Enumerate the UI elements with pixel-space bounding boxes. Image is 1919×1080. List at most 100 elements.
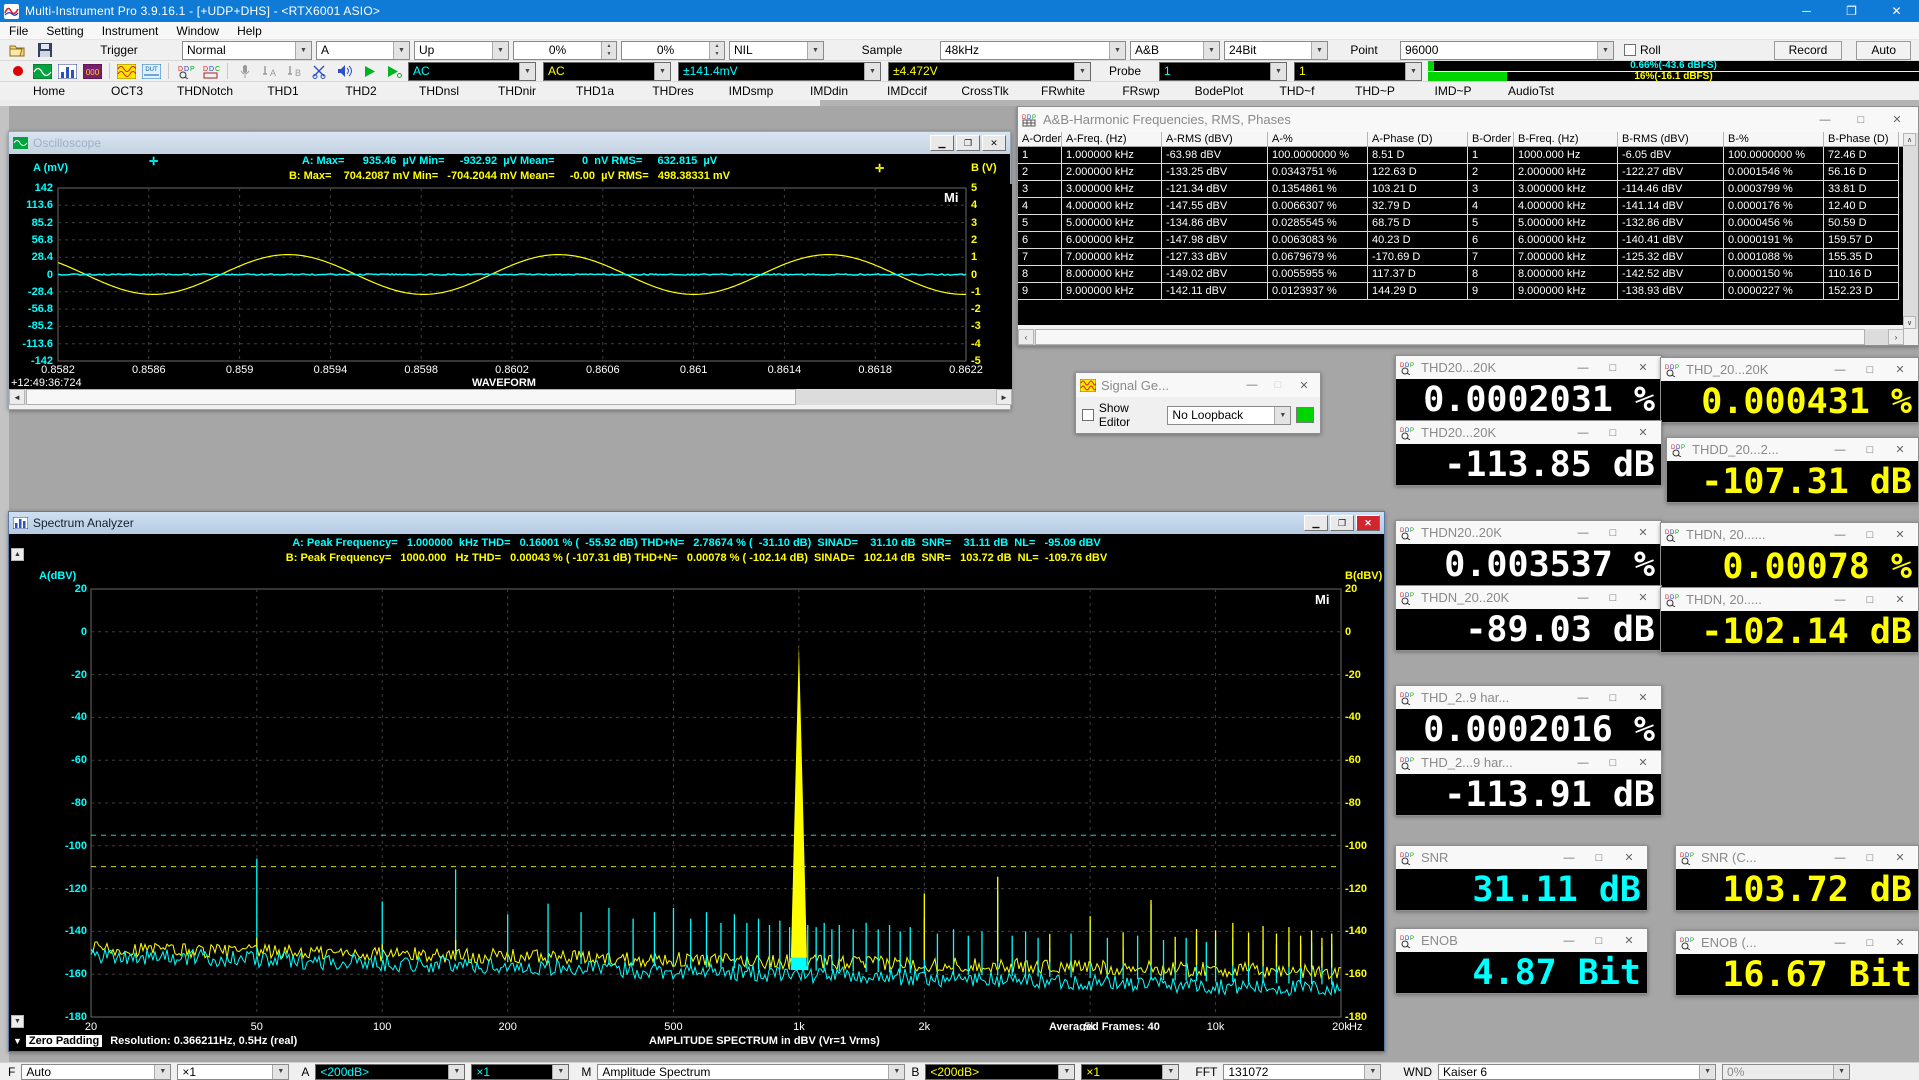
close-button[interactable]: ✕	[1629, 423, 1657, 443]
table-row[interactable]: 1 1.000000 kHz -63.98 dBV 100.0000000 % 8.51…	[1018, 147, 1918, 164]
tab-thd2[interactable]: THD2	[322, 84, 400, 98]
menu-item-setting[interactable]: Setting	[37, 22, 92, 39]
a-mult-combo[interactable]: ×1 ▼	[471, 1063, 570, 1080]
channels-combo[interactable]: A&B ▼	[1130, 40, 1220, 60]
minimize-button[interactable]: —	[1826, 590, 1854, 610]
maximize-button[interactable]: □	[1856, 590, 1884, 610]
probe-a-icon[interactable]: A	[258, 62, 281, 80]
ddp-meter-titlebar[interactable]: D D P THDD_20...2... — □ ✕	[1667, 438, 1918, 461]
marker-a-icon[interactable]: ✛	[149, 155, 158, 168]
minimize-button[interactable]: —	[1569, 588, 1597, 608]
spectrum-vscrollbar[interactable]: ▲ ▼	[11, 548, 24, 1028]
table-vscrollbar[interactable]: ∧ ∨	[1903, 133, 1918, 329]
ddp-meter-titlebar[interactable]: D D P THD_2...9 har... — □ ✕	[1396, 751, 1661, 774]
probe-b-icon[interactable]: B	[283, 62, 306, 80]
close-button[interactable]: ✕	[1629, 588, 1657, 608]
probe-b-combo[interactable]: 1 ▼	[1294, 61, 1422, 81]
table-row[interactable]: 6 6.000000 kHz -147.98 dBV 0.0063083 % 40.23…	[1018, 232, 1918, 249]
close-button[interactable]: ✕	[1886, 848, 1914, 868]
tab-audiotst[interactable]: AudioTst	[1492, 84, 1570, 98]
loopback-combo[interactable]: No Loopback ▼	[1167, 405, 1292, 425]
oscilloscope-titlebar[interactable]: Oscilloscope ▁ ❐ ✕	[9, 132, 1010, 154]
minimize-button[interactable]: ─	[1784, 0, 1829, 22]
close-button[interactable]: ✕	[1874, 0, 1919, 22]
maximize-button[interactable]: □	[1585, 931, 1613, 951]
range-a-combo[interactable]: ±141.4mV ▼	[678, 61, 881, 81]
trigger-edge-combo[interactable]: Up ▼	[414, 40, 509, 60]
minimize-button[interactable]: —	[1569, 423, 1597, 443]
trigger-level-spinner[interactable]: 0% ▲ ▼	[513, 40, 617, 60]
minimize-button[interactable]: —	[1826, 360, 1854, 380]
freq-mult-combo[interactable]: ×1 ▼	[177, 1063, 290, 1080]
b-mult-combo[interactable]: ×1 ▼	[1081, 1063, 1180, 1080]
scissors-icon[interactable]	[308, 62, 331, 80]
maximize-button[interactable]: □	[1856, 848, 1884, 868]
minimize-button[interactable]: ▁	[1304, 515, 1328, 531]
tab-thd~f[interactable]: THD~f	[1258, 84, 1336, 98]
maximize-button[interactable]: □	[1856, 360, 1884, 380]
ddp-meter-titlebar[interactable]: D D P THDN_20..20K — □ ✕	[1396, 586, 1661, 609]
fft-size-combo[interactable]: 131072 ▼	[1223, 1063, 1382, 1080]
close-button[interactable]: ✕	[1886, 440, 1914, 460]
minimize-button[interactable]: —	[1826, 440, 1854, 460]
roll-toggle[interactable]: Roll	[1624, 43, 1661, 57]
footer-expand-icon[interactable]: ▼	[9, 1036, 26, 1046]
menu-item-file[interactable]: File	[0, 22, 37, 39]
ddp-meter-titlebar[interactable]: D D P THD_2..9 har... — □ ✕	[1396, 686, 1661, 709]
maximize-button[interactable]: □	[1599, 688, 1627, 708]
table-row[interactable]: 2 2.000000 kHz -133.25 dBV 0.0343751 % 122.6…	[1018, 164, 1918, 181]
record-button[interactable]: Record	[1773, 40, 1843, 60]
table-row[interactable]: 5 5.000000 kHz -134.86 dBV 0.0285545 % 68.75…	[1018, 215, 1918, 232]
close-button[interactable]: ✕	[1886, 590, 1914, 610]
ddp-meter-titlebar[interactable]: D D P THD20...20K — □ ✕	[1396, 356, 1661, 379]
close-button[interactable]: ✕	[1886, 525, 1914, 545]
menu-item-help[interactable]: Help	[228, 22, 271, 39]
minimize-button[interactable]: —	[1569, 523, 1597, 543]
trigger-mode-combo[interactable]: Normal ▼	[182, 40, 312, 60]
maximize-button[interactable]: ❐	[1829, 0, 1874, 22]
spectrum-mode-combo[interactable]: Amplitude Spectrum ▼	[597, 1063, 906, 1080]
restore-button[interactable]: ❐	[956, 135, 980, 151]
menu-item-window[interactable]: Window	[167, 22, 228, 39]
maximize-button[interactable]: □	[1266, 375, 1290, 395]
tab-frswp[interactable]: FRswp	[1102, 84, 1180, 98]
spectrum-analyzer-icon[interactable]	[56, 62, 79, 80]
b-range-combo[interactable]: <200dB> ▼	[925, 1063, 1076, 1080]
window-function-combo[interactable]: Kaiser 6 ▼	[1438, 1063, 1717, 1080]
device-test-plan-icon[interactable]: DUT	[140, 62, 163, 80]
signal-generator-titlebar[interactable]: Signal Ge... — □ ✕	[1076, 373, 1320, 397]
minimize-button[interactable]: —	[1555, 931, 1583, 951]
play-icon[interactable]	[358, 62, 381, 80]
close-button[interactable]: ✕	[1880, 110, 1914, 130]
tab-imddin[interactable]: IMDdin	[790, 84, 868, 98]
table-row[interactable]: 8 8.000000 kHz -149.02 dBV 0.0055955 % 117.3…	[1018, 266, 1918, 283]
save-icon[interactable]	[33, 41, 56, 59]
hpf-combo[interactable]: NIL ▼	[729, 40, 824, 60]
coupling-b-combo[interactable]: AC ▼	[543, 61, 671, 81]
minimize-button[interactable]: —	[1569, 358, 1597, 378]
tab-imdccif[interactable]: IMDccif	[868, 84, 946, 98]
close-button[interactable]: ✕	[1629, 358, 1657, 378]
probe-a-combo[interactable]: 1 ▼	[1159, 61, 1287, 81]
tab-home[interactable]: Home	[10, 84, 88, 98]
record-dot-icon[interactable]	[6, 62, 29, 80]
table-row[interactable]: 4 4.000000 kHz -147.55 dBV 0.0066307 % 32.79…	[1018, 198, 1918, 215]
sample-rate-combo[interactable]: 48kHz ▼	[940, 40, 1126, 60]
bit-depth-combo[interactable]: 24Bit ▼	[1224, 40, 1328, 60]
minimize-button[interactable]: —	[1555, 848, 1583, 868]
trigger-delay-spinner[interactable]: 0% ▲ ▼	[621, 40, 725, 60]
ddp-meter-titlebar[interactable]: D D P ENOB (... — □ ✕	[1676, 931, 1918, 954]
ddp-meter-titlebar[interactable]: D D P ENOB — □ ✕	[1396, 929, 1647, 952]
show-editor-checkbox[interactable]	[1082, 409, 1094, 421]
table-row[interactable]: 7 7.000000 kHz -127.33 dBV 0.0679679 % -170.…	[1018, 249, 1918, 266]
minimize-button[interactable]: —	[1569, 753, 1597, 773]
close-button[interactable]: ✕	[1615, 931, 1643, 951]
menu-item-instrument[interactable]: Instrument	[93, 22, 168, 39]
minimize-button[interactable]: —	[1826, 933, 1854, 953]
fft-mode-badge[interactable]: Zero Padding	[25, 1035, 103, 1047]
minimize-button[interactable]: —	[1808, 110, 1842, 130]
tab-crosstlk[interactable]: CrossTlk	[946, 84, 1024, 98]
freq-axis-combo[interactable]: Auto ▼	[21, 1063, 172, 1080]
maximize-button[interactable]: □	[1599, 753, 1627, 773]
restore-button[interactable]: ❐	[1330, 515, 1354, 531]
